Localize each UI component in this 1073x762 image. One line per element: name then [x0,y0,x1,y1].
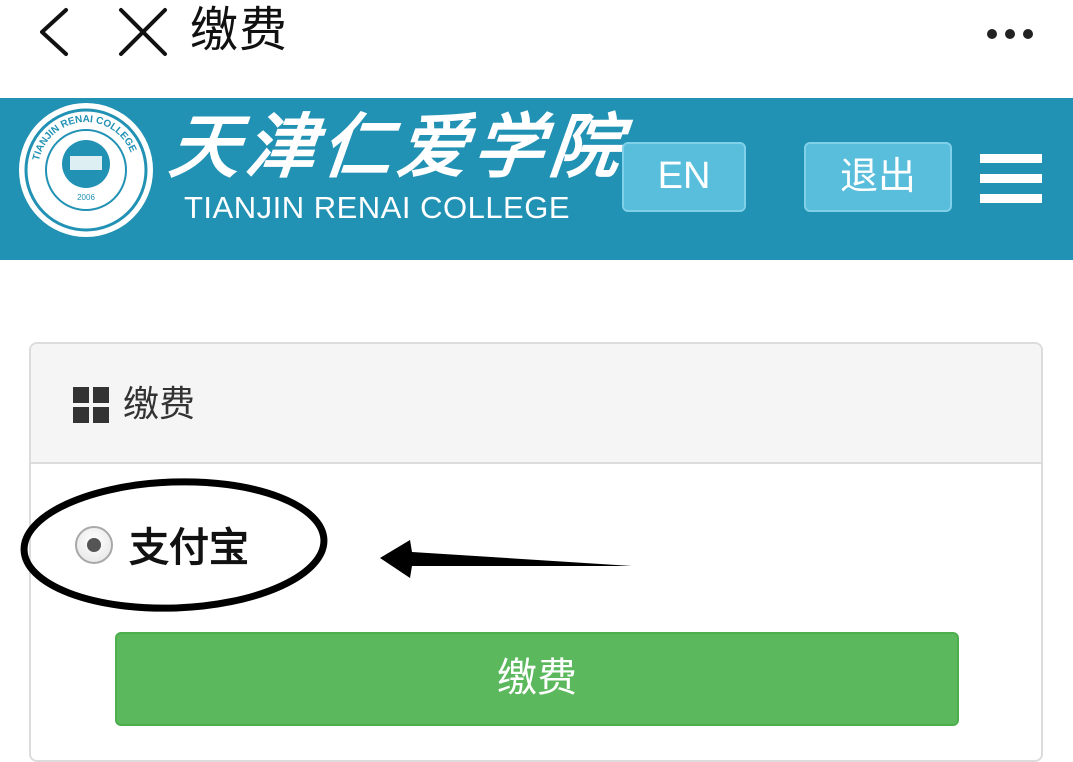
menu-icon[interactable] [980,154,1042,204]
menu-icon-bar [980,174,1042,183]
panel-heading: 缴费 [31,344,1041,464]
payment-panel: 缴费 支付宝 缴费 [29,342,1043,762]
menu-icon-bar [980,194,1042,203]
menu-icon-bar [980,154,1042,163]
svg-text:2006: 2006 [77,193,95,202]
college-name-chinese: 天津仁爱学院 [165,105,631,188]
college-header: 2006 TIANJIN RENAI COLLEGE 天津仁爱学院 TIANJI… [0,98,1073,260]
college-seal-logo: 2006 TIANJIN RENAI COLLEGE [16,100,156,240]
page-title: 缴费 [190,2,289,58]
language-toggle-button[interactable]: EN [622,142,746,212]
back-icon[interactable] [34,6,78,58]
more-options-icon[interactable] [982,14,1038,54]
alipay-radio[interactable] [75,526,113,564]
logout-button[interactable]: 退出 [804,142,952,212]
pay-button[interactable]: 缴费 [115,632,959,726]
close-icon[interactable] [116,6,170,58]
college-name-english: TIANJIN RENAI COLLEGE [184,190,571,225]
panel-title: 缴费 [123,384,196,425]
grid-icon [73,387,109,423]
app-top-bar: 缴费 [0,0,1073,98]
payment-method-label: 支付宝 [129,525,249,571]
